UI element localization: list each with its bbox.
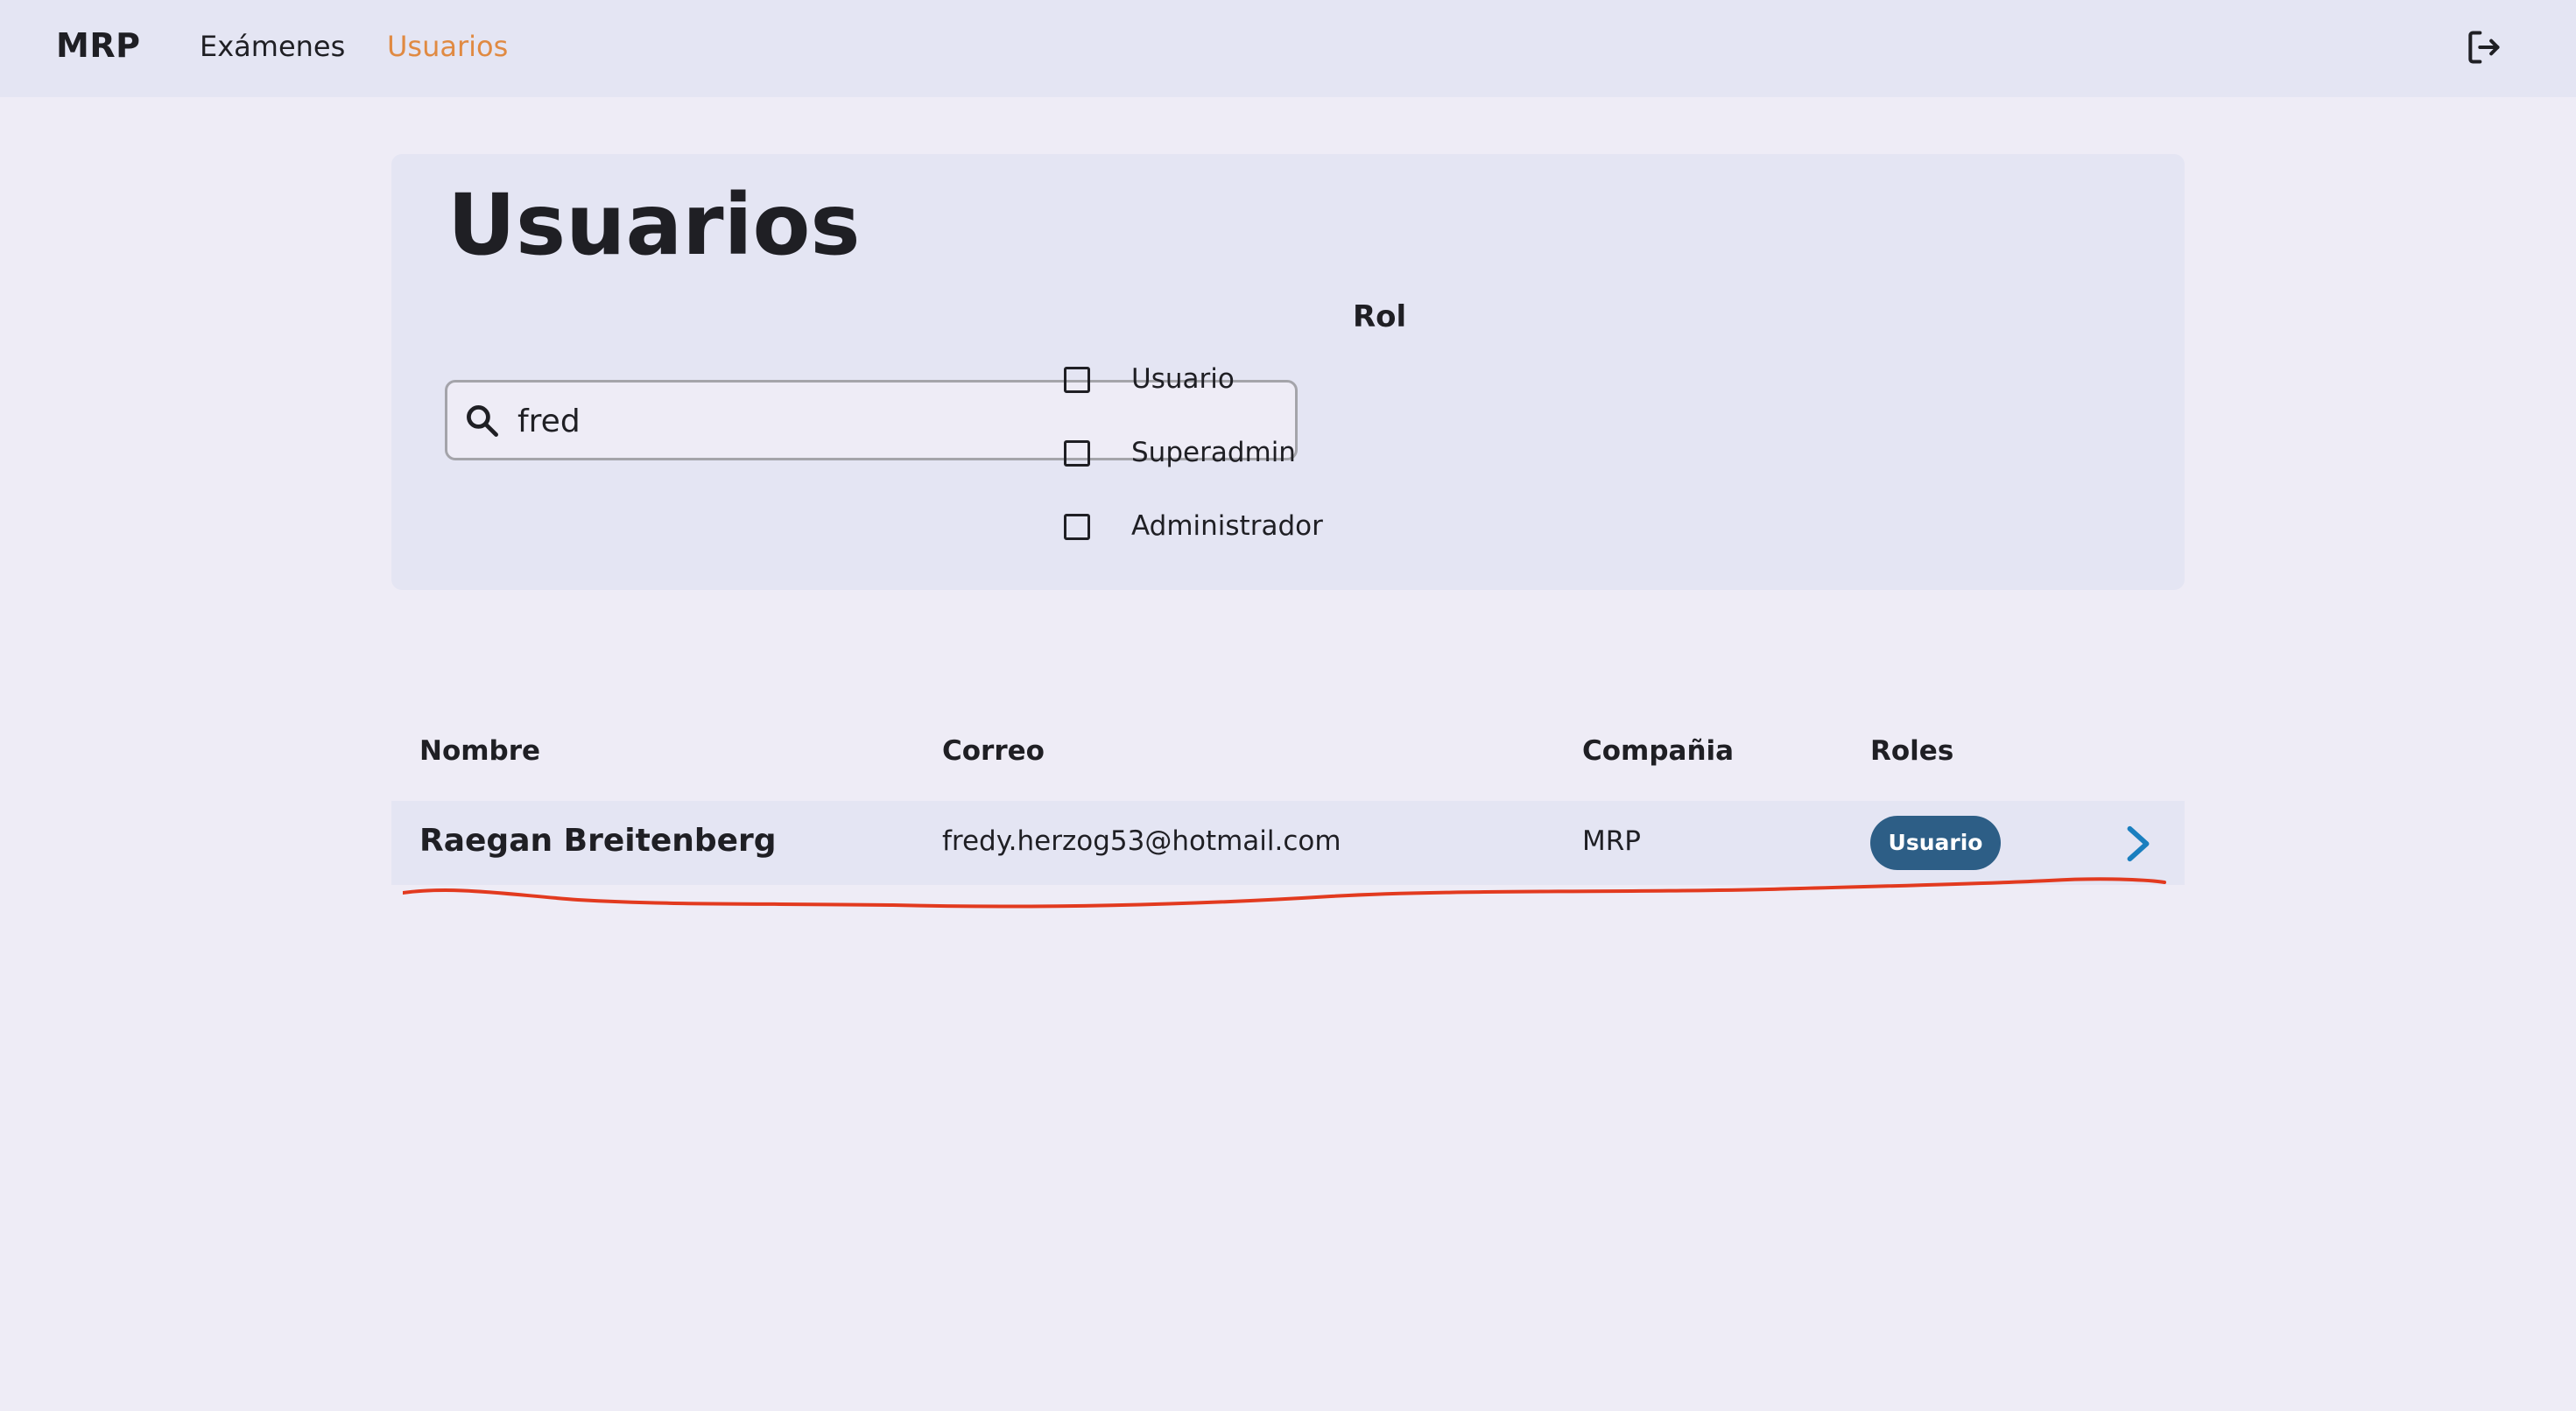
role-label-administrador: Administrador (1131, 510, 1323, 542)
role-badge: Usuario (1870, 816, 2001, 870)
column-header-nombre: Nombre (419, 735, 541, 767)
page-title: Usuarios (447, 176, 861, 274)
column-header-roles: Roles (1870, 735, 1954, 767)
brand-logo[interactable]: MRP (56, 26, 140, 65)
role-label-usuario: Usuario (1131, 363, 1235, 395)
cell-correo: fredy.herzog53@hotmail.com (942, 825, 1341, 857)
checkbox-superadmin[interactable] (1064, 440, 1090, 467)
checkbox-usuario[interactable] (1064, 367, 1090, 393)
chevron-right-icon[interactable] (2121, 824, 2156, 864)
top-navbar: MRP Exámenes Usuarios (0, 0, 2576, 97)
logout-icon[interactable] (2464, 28, 2502, 67)
nav-link-examenes[interactable]: Exámenes (200, 30, 345, 63)
checkbox-administrador[interactable] (1064, 514, 1090, 540)
nav-link-usuarios[interactable]: Usuarios (387, 30, 508, 63)
search-icon (467, 405, 498, 437)
cell-compania: MRP (1582, 825, 1641, 857)
column-header-correo: Correo (942, 735, 1045, 767)
role-filter-title: Rol (1353, 299, 1407, 334)
role-label-superadmin: Superadmin (1131, 437, 1296, 468)
table-row[interactable]: Raegan Breitenberg fredy.herzog53@hotmai… (391, 801, 2185, 885)
column-header-compania: Compañia (1582, 735, 1735, 767)
cell-nombre: Raegan Breitenberg (419, 823, 777, 859)
